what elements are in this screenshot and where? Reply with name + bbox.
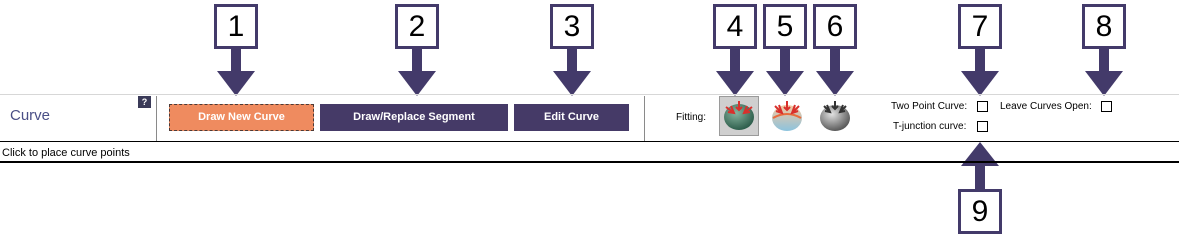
callout-arrow-head: [1085, 71, 1123, 96]
fit-option-3-icon[interactable]: [815, 96, 855, 136]
callout-8: 8: [1082, 4, 1126, 96]
callout-arrow-head: [553, 71, 591, 96]
fitting-label: Fitting:: [676, 112, 707, 123]
panel-top-border: [0, 94, 1179, 95]
two-point-curve-checkbox[interactable]: [977, 101, 988, 112]
callout-arrow-head: [398, 71, 436, 96]
panel-status-divider: [0, 141, 1179, 142]
draw-replace-segment-button[interactable]: Draw/Replace Segment: [320, 104, 508, 131]
callout-2: 2: [395, 4, 439, 96]
callout-3: 3: [550, 4, 594, 96]
callout-number: 6: [813, 4, 857, 49]
callout-number: 5: [763, 4, 807, 49]
callout-6: 6: [813, 4, 857, 96]
callout-number: 8: [1082, 4, 1126, 49]
leave-curves-open-label: Leave Curves Open:: [1000, 101, 1092, 112]
callout-arrow-shaft: [975, 49, 985, 73]
callout-arrow-shaft: [730, 49, 740, 73]
t-junction-curve-label: T-junction curve:: [893, 121, 967, 132]
help-icon[interactable]: ?: [138, 96, 151, 108]
callout-arrow-head: [217, 71, 255, 96]
callout-arrow-shaft: [975, 164, 985, 190]
callout-5: 5: [763, 4, 807, 96]
two-point-curve-label: Two Point Curve:: [891, 101, 968, 112]
callout-arrow-head: [961, 71, 999, 96]
fit-option-3-graphic: [820, 101, 850, 131]
callout-1: 1: [214, 4, 258, 96]
fit-option-1-icon[interactable]: [719, 96, 759, 136]
panel-bottom-border: [0, 161, 1179, 163]
callout-number: 4: [713, 4, 757, 49]
callout-arrow-head: [716, 71, 754, 96]
callout-9: 9: [958, 142, 1002, 234]
callout-arrow-shaft: [1099, 49, 1109, 73]
fit-option-2-graphic: [772, 101, 802, 131]
callout-4: 4: [713, 4, 757, 96]
callout-number: 3: [550, 4, 594, 49]
callout-7: 7: [958, 4, 1002, 96]
section-divider: [644, 96, 645, 141]
fit-option-2-icon[interactable]: [767, 96, 807, 136]
callout-number: 7: [958, 4, 1002, 49]
callout-arrow-shaft: [231, 49, 241, 73]
callout-arrow-head: [816, 71, 854, 96]
t-junction-curve-checkbox[interactable]: [977, 121, 988, 132]
callout-arrow-shaft: [780, 49, 790, 73]
callout-number: 9: [958, 189, 1002, 234]
callout-arrow-shaft: [567, 49, 577, 73]
callout-arrow-shaft: [412, 49, 422, 73]
callout-number: 2: [395, 4, 439, 49]
fit-option-1-graphic: [724, 101, 754, 130]
callout-arrow-head: [766, 71, 804, 96]
leave-curves-open-checkbox[interactable]: [1101, 101, 1112, 112]
status-message: Click to place curve points: [2, 147, 130, 159]
draw-new-curve-button[interactable]: Draw New Curve: [169, 104, 314, 131]
callout-arrow-shaft: [830, 49, 840, 73]
callout-number: 1: [214, 4, 258, 49]
section-divider: [156, 96, 157, 141]
edit-curve-button[interactable]: Edit Curve: [514, 104, 629, 131]
panel-title: Curve: [10, 107, 51, 124]
